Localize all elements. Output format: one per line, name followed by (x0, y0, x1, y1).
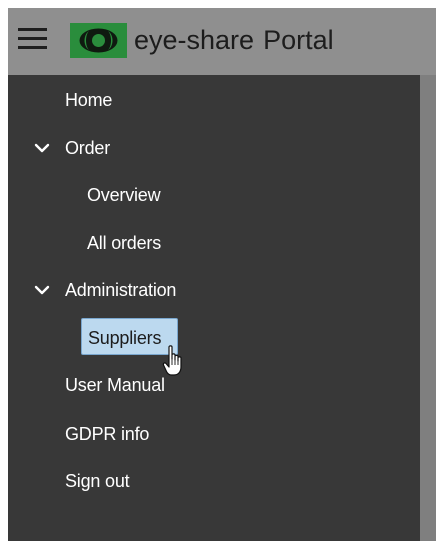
top-bar: eye-share Portal (8, 8, 436, 75)
main-content-edge (420, 75, 436, 541)
brand-suffix: Portal (263, 25, 334, 55)
chevron-down-icon[interactable] (34, 284, 50, 296)
nav-item-user-manual[interactable]: User Manual (65, 374, 165, 396)
nav-item-home[interactable]: Home (65, 89, 112, 111)
hand-pointer-cursor-icon (162, 345, 182, 376)
nav-item-overview[interactable]: Overview (87, 184, 161, 206)
nav-item-sign-out[interactable]: Sign out (65, 470, 130, 492)
nav-item-administration[interactable]: Administration (65, 279, 176, 301)
eye-share-logo (70, 23, 127, 58)
brand-title: eye-share Portal (134, 24, 334, 56)
nav-item-suppliers[interactable]: Suppliers (88, 327, 161, 349)
hamburger-menu-icon[interactable] (18, 28, 48, 52)
chevron-down-icon[interactable] (34, 142, 50, 154)
nav-item-gdpr-info[interactable]: GDPR info (65, 423, 149, 445)
brand-name: eye-share (134, 25, 255, 55)
nav-item-all-orders[interactable]: All orders (87, 232, 161, 254)
app-window: eye-share Portal Home Order Overview All … (0, 0, 436, 541)
nav-item-order[interactable]: Order (65, 137, 110, 159)
